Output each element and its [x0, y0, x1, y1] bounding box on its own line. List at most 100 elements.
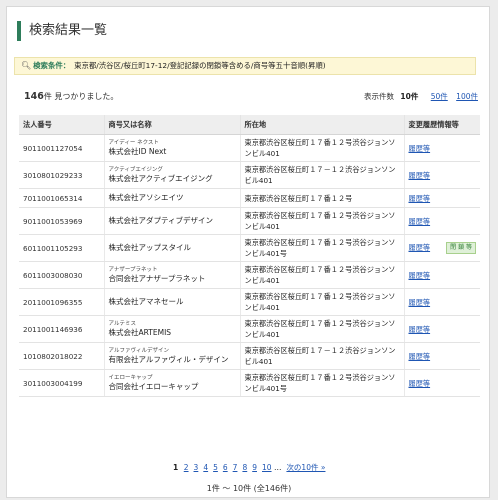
- company-name: 有限会社アルファヴィル・デザイン: [108, 354, 229, 364]
- company-name: 合同会社イエローキャップ: [108, 381, 199, 391]
- address: 東京都渋谷区桜丘町１７番１２号渋谷ジョンソンビル401号: [239, 234, 404, 262]
- page-link[interactable]: 3: [194, 463, 199, 472]
- company-name: 株式会社アダプティブデザイン: [108, 216, 214, 225]
- conditions-label: 検索条件：: [33, 61, 71, 70]
- company-name-cell: アクティブエイジング 株式会社アクティブエイジング: [103, 161, 240, 189]
- company-kana: アナザープラネット: [108, 266, 158, 273]
- conditions-text: 東京都/渋谷区/桜丘町17-12/登記記録の閉鎖等含める/商号等五十音順(昇順): [74, 61, 326, 70]
- address: 東京都渋谷区桜丘町１７－１２渋谷ジョンソンビル401: [239, 342, 404, 370]
- next-10-link[interactable]: 次の10件 »: [286, 463, 325, 472]
- page-ellipsis: …: [274, 463, 282, 472]
- page-link[interactable]: 10: [262, 463, 272, 472]
- result-range: 1件 ～ 10件 (全146件): [206, 484, 292, 493]
- address: 東京都渋谷区桜丘町１７番１２号渋谷ジョンソンビル401: [239, 207, 404, 235]
- page-link[interactable]: 6: [223, 463, 228, 472]
- history-link[interactable]: 履歴等: [409, 325, 431, 334]
- table-row: 3011003004199 イエローキャップ 合同会社イエローキャップ 東京都渋谷区桜…: [19, 369, 480, 397]
- company-name-cell: 株式会社アダプティブデザイン: [103, 207, 240, 235]
- company-name-cell: アイディー ネクスト 株式会社ID Next: [103, 134, 240, 162]
- corporate-number: 6011003008030: [19, 261, 104, 289]
- history-cell: 履歴等: [403, 188, 480, 208]
- company-name-cell: アナザープラネット 合同会社アナザープラネット: [103, 261, 240, 289]
- company-name-cell: 株式会社アソシエイツ: [103, 188, 240, 208]
- page-link[interactable]: 9: [252, 463, 257, 472]
- header-name: 商号又は名称: [103, 115, 240, 135]
- history-link[interactable]: 履歴等: [409, 298, 431, 307]
- table-row: 6011003008030 アナザープラネット 合同会社アナザープラネット 東京都渋谷…: [19, 261, 480, 289]
- page-link[interactable]: 8: [242, 463, 247, 472]
- table-header-row: 法人番号 商号又は名称 所在地 変更履歴情報等: [19, 115, 480, 135]
- page-title: 検索結果一覧: [17, 21, 107, 41]
- header-history: 変更履歴情報等: [403, 115, 480, 135]
- history-link[interactable]: 履歴等: [409, 171, 431, 180]
- table-row: 7011001065314 株式会社アソシエイツ 東京都渋谷区桜丘町１７番１２号 履歴…: [19, 188, 480, 208]
- history-link[interactable]: 履歴等: [409, 271, 431, 280]
- history-link[interactable]: 履歴等: [409, 352, 431, 361]
- corporate-number: 3011003004199: [19, 369, 104, 397]
- results-table: 法人番号 商号又は名称 所在地 変更履歴情報等 9011001127054 アイデ…: [19, 115, 480, 397]
- history-cell: 履歴等: [403, 161, 480, 189]
- history-cell: 履歴等: [403, 369, 480, 397]
- company-name-cell: アルテミス 株式会社ARTEMIS: [103, 315, 240, 343]
- search-icon: 🔍︎: [21, 61, 32, 70]
- history-cell: 履歴等: [403, 134, 480, 162]
- header-corporate-number: 法人番号: [19, 115, 104, 135]
- pagination: 1 2 3 4 5 6 7 8 9 10… 次の10件 »: [0, 462, 498, 473]
- result-count-text: 件 見つかりました。: [43, 92, 119, 101]
- search-conditions-box: 🔍︎ 検索条件： 東京都/渋谷区/桜丘町17-12/登記記録の閉鎖等含める/商号等五…: [14, 57, 476, 75]
- history-link[interactable]: 履歴等: [409, 194, 431, 203]
- table-row: 9011001127054 アイディー ネクスト 株式会社ID Next 東京都渋谷区…: [19, 134, 480, 162]
- table-row: 2011001096355 株式会社アマネセール 東京都渋谷区桜丘町１７番１２号渋谷…: [19, 288, 480, 316]
- address: 東京都渋谷区桜丘町１７番１２号渋谷ジョンソンビル401: [239, 134, 404, 162]
- company-name: 株式会社アマネセール: [108, 297, 184, 306]
- company-kana: アイディー ネクスト: [108, 139, 159, 146]
- company-name-cell: 株式会社アップスタイル: [103, 234, 240, 262]
- company-name: 株式会社アクティブエイジング: [108, 173, 213, 183]
- corporate-number: 2011001096355: [19, 288, 104, 316]
- history-cell: 履歴等: [403, 207, 480, 235]
- company-kana: アクティブエイジング: [108, 166, 163, 173]
- address: 東京都渋谷区桜丘町１７番１２号渋谷ジョンソンビル401号: [239, 369, 404, 397]
- per-page-50-link[interactable]: 50件: [431, 92, 448, 101]
- company-name-cell: アルファヴィルデザイン 有限会社アルファヴィル・デザイン: [103, 342, 240, 370]
- corporate-number: 9011001053969: [19, 207, 104, 235]
- history-cell: 閉 鎖 等 履歴等: [403, 234, 480, 262]
- table-row: 2011001146936 アルテミス 株式会社ARTEMIS 東京都渋谷区桜丘町１７…: [19, 315, 480, 343]
- company-name-cell: 株式会社アマネセール: [103, 288, 240, 316]
- page-link[interactable]: 4: [203, 463, 208, 472]
- table-row: 3010801029233 アクティブエイジング 株式会社アクティブエイジング 東京都…: [19, 161, 480, 189]
- corporate-number: 7011001065314: [19, 188, 104, 208]
- per-page-label: 表示件数: [364, 92, 395, 101]
- address: 東京都渋谷区桜丘町１７番１２号渋谷ジョンソンビル401: [239, 315, 404, 343]
- page-link[interactable]: 7: [233, 463, 238, 472]
- page-current: 1: [173, 463, 179, 472]
- history-link[interactable]: 履歴等: [409, 217, 431, 226]
- page-link[interactable]: 2: [184, 463, 189, 472]
- company-name: 株式会社ARTEMIS: [108, 327, 172, 337]
- history-link[interactable]: 履歴等: [409, 144, 431, 153]
- address: 東京都渋谷区桜丘町１７番１２号渋谷ジョンソンビル401: [239, 288, 404, 316]
- history-link[interactable]: 履歴等: [409, 379, 431, 388]
- corporate-number: 1010802018022: [19, 342, 104, 370]
- corporate-number: 6011001105293: [19, 234, 104, 262]
- closed-badge: 閉 鎖 等: [446, 242, 476, 254]
- company-kana: アルテミス: [108, 320, 136, 327]
- result-count-number: 146: [24, 91, 44, 102]
- history-cell: 履歴等: [403, 261, 480, 289]
- company-name: 合同会社アナザープラネット: [108, 273, 206, 283]
- table-row: 1010802018022 アルファヴィルデザイン 有限会社アルファヴィル・デザイン…: [19, 342, 480, 370]
- corporate-number: 2011001146936: [19, 315, 104, 343]
- per-page-100-link[interactable]: 100件: [456, 92, 478, 101]
- address: 東京都渋谷区桜丘町１７番１２号: [239, 188, 404, 208]
- per-page-selector: 表示件数 10件 50件 100件: [364, 91, 478, 102]
- history-cell: 履歴等: [403, 342, 480, 370]
- company-name: 株式会社アップスタイル: [108, 243, 192, 252]
- table-row: 9011001053969 株式会社アダプティブデザイン 東京都渋谷区桜丘町１７番１…: [19, 207, 480, 235]
- company-name: 株式会社アソシエイツ: [108, 193, 184, 202]
- company-kana: イエローキャップ: [108, 374, 153, 381]
- company-kana: アルファヴィルデザイン: [108, 347, 169, 354]
- per-page-current: 10件: [400, 92, 419, 101]
- page-link[interactable]: 5: [213, 463, 218, 472]
- company-name-cell: イエローキャップ 合同会社イエローキャップ: [103, 369, 240, 397]
- history-link[interactable]: 履歴等: [409, 243, 431, 252]
